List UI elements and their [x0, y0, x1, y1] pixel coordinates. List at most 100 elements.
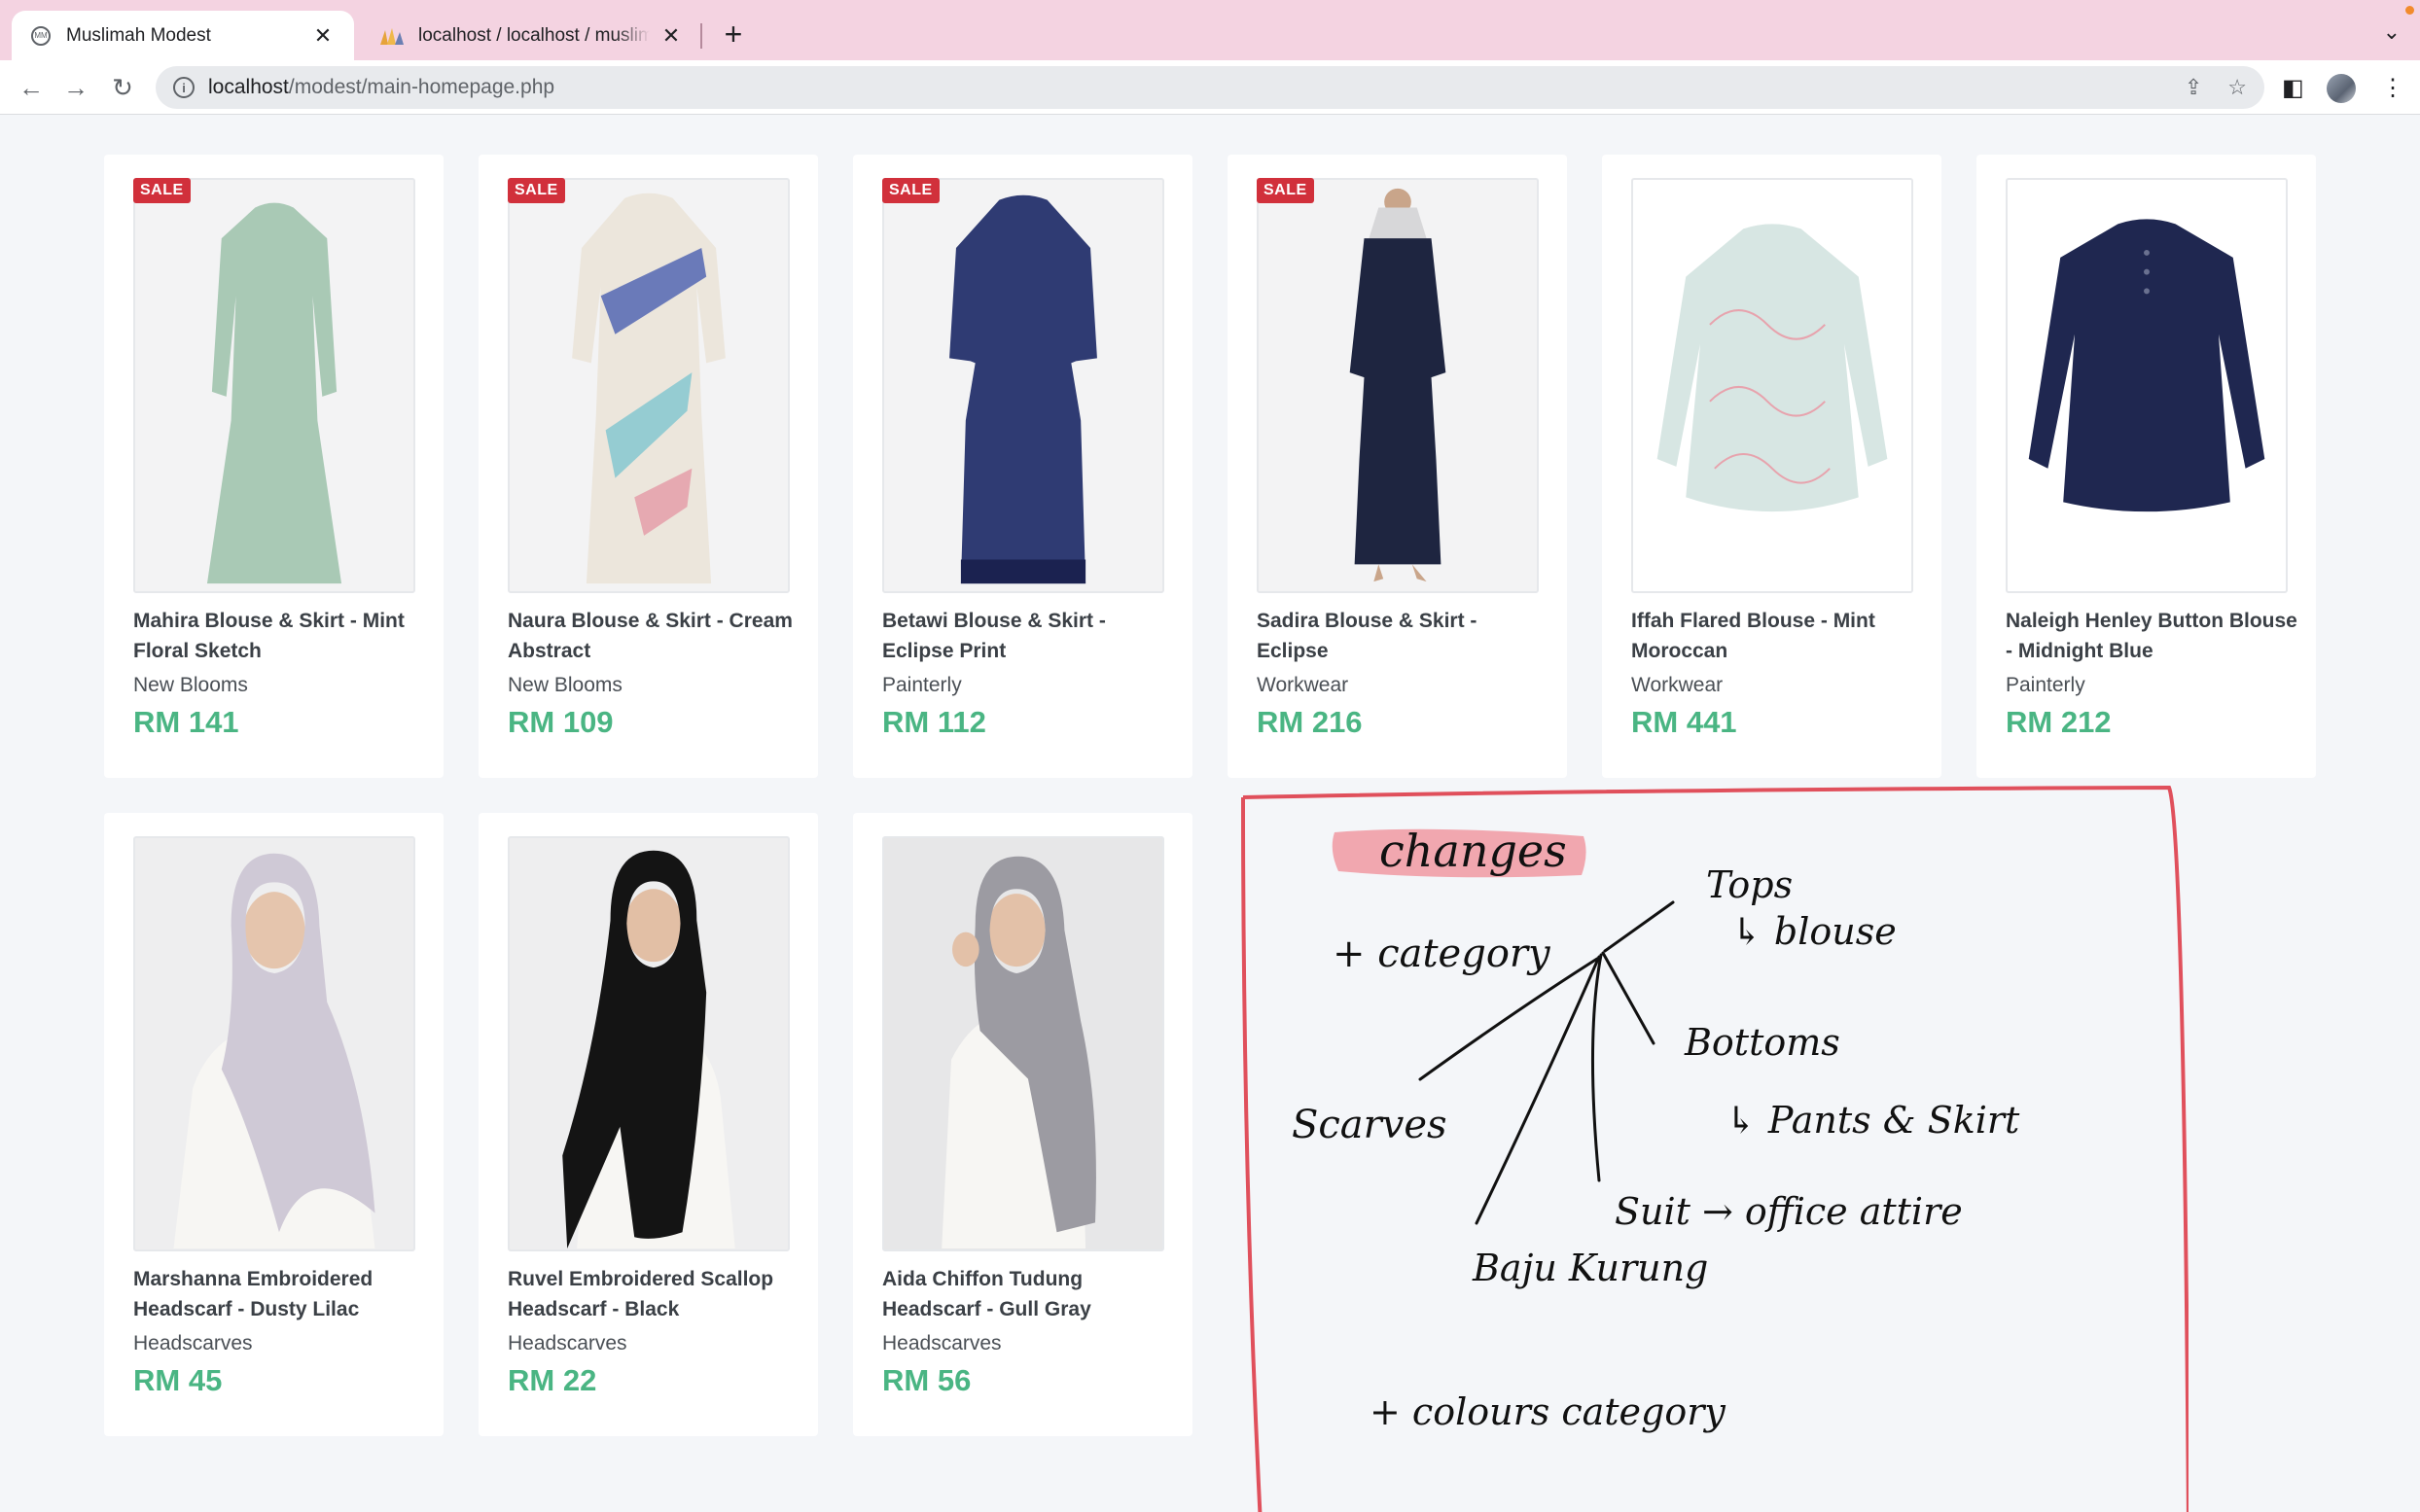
annotation-tops: Tops: [1706, 863, 1794, 906]
bookmark-star-icon[interactable]: ☆: [2227, 75, 2247, 100]
annotation-category-line: + category: [1333, 932, 1550, 976]
annotation-pants-skirt: ↳ Pants & Skirt: [1726, 1099, 2020, 1142]
reload-icon[interactable]: ↻: [105, 70, 140, 105]
product-name[interactable]: Aida Chiffon Tudung Headscarf - Gull Gra…: [882, 1264, 1174, 1324]
tab-title: Muslimah Modest: [66, 24, 211, 46]
model-face: [243, 892, 305, 969]
product-price: RM 109: [508, 705, 614, 739]
sale-badge: SALE: [133, 178, 191, 203]
product-category: Painterly: [882, 674, 962, 696]
side-panel-icon[interactable]: ◧: [2282, 74, 2304, 102]
product-card[interactable]: SALE Mahira Blouse & Skirt - Mint Floral…: [104, 155, 444, 778]
phpmyadmin-favicon-icon: [380, 27, 404, 45]
product-category: Workwear: [1257, 674, 1349, 696]
product-category: Headscarves: [882, 1332, 1002, 1354]
product-name[interactable]: Naleigh Henley Button Blouse - Midnight …: [2006, 606, 2297, 666]
product-card[interactable]: SALE Betawi Blouse & Skirt - Eclipse Pri…: [853, 155, 1192, 778]
button-icon: [2144, 288, 2150, 295]
product-image[interactable]: [882, 836, 1164, 1251]
sale-badge: SALE: [882, 178, 940, 203]
product-price: RM 22: [508, 1363, 597, 1397]
browser-toolbar: ← → ↻ i localhost/modest/main-homepage.p…: [0, 60, 2420, 115]
product-category: Workwear: [1631, 674, 1724, 696]
product-price: RM 56: [882, 1363, 972, 1397]
browser-tab-strip: MM Muslimah Modest ✕ localhost / localho…: [0, 0, 2420, 60]
model-face: [624, 889, 683, 963]
product-name[interactable]: Naura Blouse & Skirt - Cream Abstract: [508, 606, 800, 666]
annotation-baju-kurung: Baju Kurung: [1473, 1247, 1709, 1289]
product-card[interactable]: Naleigh Henley Button Blouse - Midnight …: [1976, 155, 2316, 778]
sale-badge: SALE: [508, 178, 565, 203]
annotation-heading: changes: [1379, 825, 1567, 877]
tab-divider: [700, 23, 702, 49]
product-category: New Blooms: [133, 674, 248, 696]
product-image[interactable]: [882, 178, 1164, 593]
product-price: RM 112: [882, 705, 986, 739]
site-info-icon[interactable]: i: [173, 77, 195, 98]
product-price: RM 141: [133, 705, 239, 739]
product-category: New Blooms: [508, 674, 623, 696]
annotation-colours-line: + colours category: [1370, 1390, 1726, 1433]
tab-title: localhost / localhost / muslimah: [418, 24, 650, 46]
profile-avatar[interactable]: [2327, 74, 2356, 103]
product-image[interactable]: [508, 178, 790, 593]
product-price: RM 216: [1257, 705, 1363, 739]
product-card[interactable]: Aida Chiffon Tudung Headscarf - Gull Gra…: [853, 813, 1192, 1436]
tab-muslimah-modest[interactable]: MM Muslimah Modest ✕: [12, 11, 354, 60]
product-image[interactable]: [133, 178, 415, 593]
annotation-blouse: ↳ blouse: [1731, 910, 1897, 953]
product-name[interactable]: Sadira Blouse & Skirt - Eclipse: [1257, 606, 1548, 666]
address-bar[interactable]: i localhost/modest/main-homepage.php ⇪ ☆: [156, 66, 2264, 109]
product-price: RM 212: [2006, 705, 2112, 739]
product-category: Headscarves: [508, 1332, 627, 1354]
product-image[interactable]: [1631, 178, 1913, 593]
product-price: RM 441: [1631, 705, 1737, 739]
product-image[interactable]: [2006, 178, 2288, 593]
share-icon[interactable]: ⇪: [2185, 75, 2202, 100]
button-icon: [2144, 268, 2150, 275]
product-name[interactable]: Iffah Flared Blouse - Mint Moroccan: [1631, 606, 1923, 666]
model-hand: [952, 932, 979, 967]
product-category: Headscarves: [133, 1332, 253, 1354]
url-host: localhost: [208, 76, 289, 98]
close-tab-icon[interactable]: ✕: [659, 23, 683, 49]
product-image[interactable]: [1257, 178, 1539, 593]
garment-shape: [949, 194, 1097, 584]
hem-band: [960, 559, 1086, 584]
url-path: /modest/main-homepage.php: [288, 76, 555, 98]
tab-search-chevron-icon[interactable]: ⌄: [2383, 19, 2401, 45]
product-name[interactable]: Marshanna Embroidered Headscarf - Dusty …: [133, 1264, 425, 1324]
button-icon: [2144, 249, 2150, 256]
product-card[interactable]: Ruvel Embroidered Scallop Headscarf - Bl…: [479, 813, 818, 1436]
notification-dot: [2405, 6, 2414, 15]
product-category: Painterly: [2006, 674, 2085, 696]
annotation-bottoms: Bottoms: [1685, 1021, 1840, 1064]
annotation-scarves: Scarves: [1292, 1103, 1447, 1147]
annotation-suit: Suit → office attire: [1615, 1190, 1963, 1233]
product-name[interactable]: Betawi Blouse & Skirt - Eclipse Print: [882, 606, 1174, 666]
close-tab-icon[interactable]: ✕: [311, 23, 335, 49]
product-card[interactable]: SALE Naura Blouse & Skirt - Cream Abstra…: [479, 155, 818, 778]
garment-shape: [206, 202, 342, 584]
product-name[interactable]: Ruvel Embroidered Scallop Headscarf - Bl…: [508, 1264, 800, 1324]
handwritten-annotation: changes + category Tops ↳ blouse Bottoms…: [1235, 786, 2189, 1512]
new-tab-button[interactable]: +: [716, 18, 751, 53]
model-feet: [1373, 564, 1427, 582]
garment-shape: [1349, 238, 1446, 565]
product-image[interactable]: [508, 836, 790, 1251]
site-favicon-icon: MM: [31, 25, 51, 46]
url-text[interactable]: localhost/modest/main-homepage.php: [208, 76, 2159, 99]
product-card[interactable]: SALE Sadira Blouse & Skirt - Eclipse Wor…: [1228, 155, 1567, 778]
product-image[interactable]: [133, 836, 415, 1251]
garment-shape: [2028, 219, 2265, 512]
model-hijab: [1369, 207, 1427, 239]
forward-arrow-icon[interactable]: →: [58, 70, 93, 105]
menu-kebab-icon[interactable]: ⋮: [2381, 74, 2404, 102]
model-face: [987, 894, 1046, 967]
product-card[interactable]: Iffah Flared Blouse - Mint Moroccan Work…: [1602, 155, 1941, 778]
product-card[interactable]: Marshanna Embroidered Headscarf - Dusty …: [104, 813, 444, 1436]
back-arrow-icon[interactable]: ←: [14, 70, 49, 105]
tab-phpmyadmin[interactable]: localhost / localhost / muslimah ✕: [360, 11, 702, 60]
product-name[interactable]: Mahira Blouse & Skirt - Mint Floral Sket…: [133, 606, 425, 666]
sale-badge: SALE: [1257, 178, 1314, 203]
